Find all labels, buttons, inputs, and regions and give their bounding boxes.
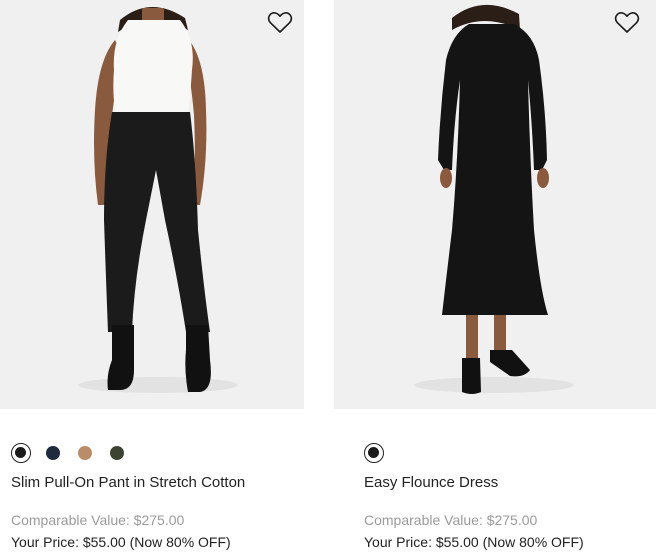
heart-outline-icon[interactable] xyxy=(267,11,293,35)
color-swatches xyxy=(11,443,139,463)
product-photo xyxy=(334,0,656,409)
swatch-tan[interactable] xyxy=(75,443,95,463)
swatch-olive[interactable] xyxy=(107,443,127,463)
product-name[interactable]: Slim Pull-On Pant in Stretch Cotton xyxy=(11,474,245,491)
your-price: Your Price: $55.00 (Now 80% OFF) xyxy=(11,534,231,550)
comparable-value: Comparable Value: $275.00 xyxy=(11,512,185,528)
product-card[interactable]: Slim Pull-On Pant in Stretch Cotton Comp… xyxy=(0,0,304,550)
product-photo xyxy=(0,0,304,409)
product-image[interactable] xyxy=(334,0,656,409)
product-name[interactable]: Easy Flounce Dress xyxy=(364,474,498,491)
your-price: Your Price: $55.00 (Now 80% OFF) xyxy=(364,534,584,550)
swatch-black[interactable] xyxy=(364,443,384,463)
comparable-value: Comparable Value: $275.00 xyxy=(364,512,538,528)
swatch-black[interactable] xyxy=(11,443,31,463)
heart-outline-icon[interactable] xyxy=(614,11,640,35)
swatch-navy[interactable] xyxy=(43,443,63,463)
product-image[interactable] xyxy=(0,0,304,409)
color-swatches xyxy=(364,443,396,463)
product-card[interactable]: Easy Flounce Dress Comparable Value: $27… xyxy=(334,0,664,550)
